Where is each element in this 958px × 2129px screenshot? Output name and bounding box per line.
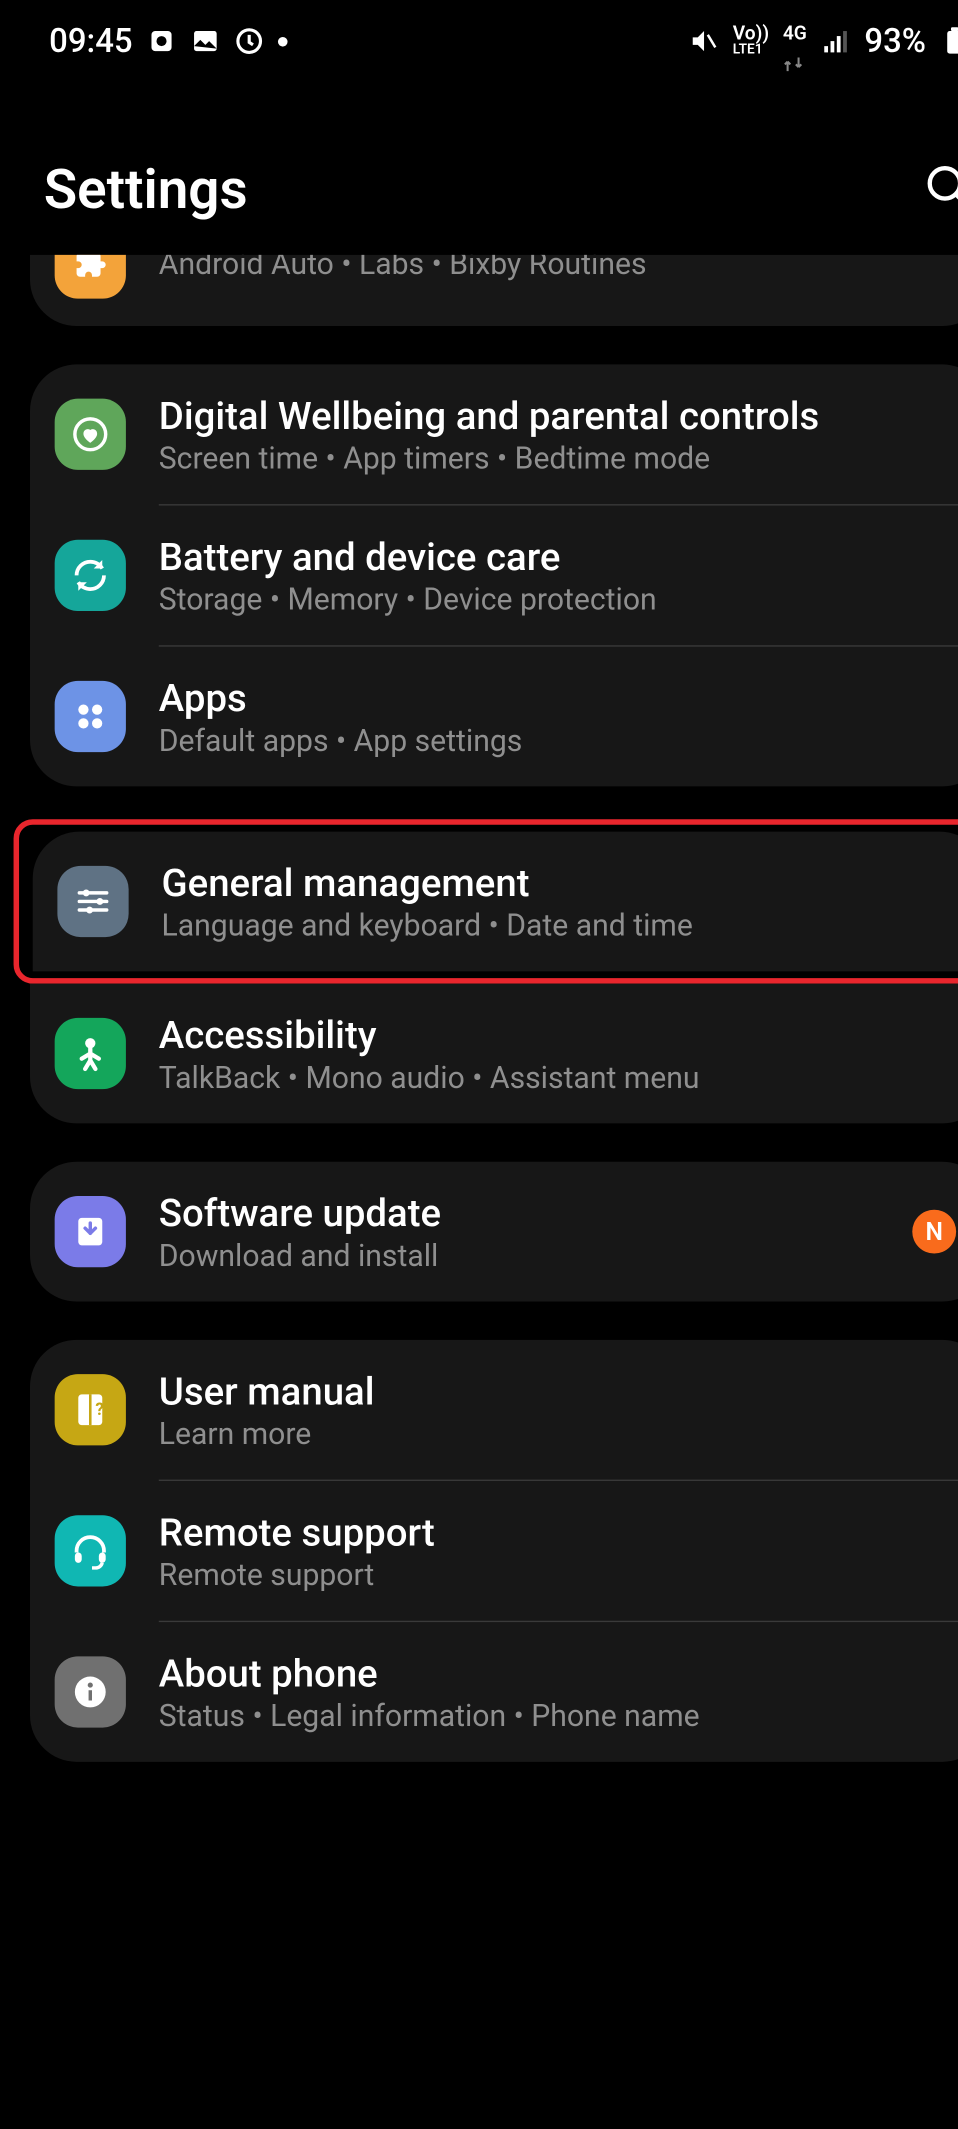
settings-item-about[interactable]: About phoneStatus • Legal information • … bbox=[30, 1622, 958, 1762]
item-subtitle: Screen time • App timers • Bedtime mode bbox=[159, 443, 956, 477]
update-badge-icon bbox=[234, 26, 264, 56]
settings-item-wellbeing[interactable]: Digital Wellbeing and parental controlsS… bbox=[30, 364, 958, 504]
4g-label: 4G bbox=[783, 25, 807, 44]
battery-icon bbox=[940, 26, 958, 56]
settings-item-manual[interactable]: User manualLearn more bbox=[30, 1340, 958, 1480]
person-icon bbox=[55, 1018, 126, 1089]
settings-item-advanced[interactable]: Advanced featuresAndroid Auto • Labs • B… bbox=[30, 255, 958, 326]
info-icon bbox=[55, 1656, 126, 1727]
item-title: Accessibility bbox=[159, 1011, 956, 1059]
search-button[interactable] bbox=[923, 161, 958, 219]
settings-item-remote[interactable]: Remote supportRemote support bbox=[30, 1481, 958, 1621]
heart-circle-icon bbox=[55, 399, 126, 470]
item-title: Software update bbox=[159, 1189, 880, 1237]
volte-label: Vo)) bbox=[733, 25, 769, 44]
item-subtitle: Remote support bbox=[159, 1559, 956, 1593]
settings-item-update[interactable]: Software updateDownload and install N bbox=[30, 1162, 958, 1302]
item-subtitle: Language and keyboard • Date and time bbox=[162, 910, 954, 944]
status-bar: 09:45 Vo)) LTE1 4G bbox=[30, 0, 958, 82]
item-subtitle: Status • Legal information • Phone name bbox=[159, 1700, 956, 1734]
lte-label: LTE1 bbox=[733, 44, 769, 58]
item-title: User manual bbox=[159, 1367, 956, 1415]
item-title: Remote support bbox=[159, 1508, 956, 1556]
gallery-icon bbox=[190, 26, 220, 56]
app-icon-1 bbox=[146, 26, 176, 56]
clock: 09:45 bbox=[49, 22, 132, 60]
more-dot-icon bbox=[278, 36, 288, 46]
mute-icon bbox=[689, 26, 719, 56]
download-icon bbox=[55, 1196, 126, 1267]
item-title: Apps bbox=[159, 674, 956, 722]
settings-item-apps[interactable]: AppsDefault apps • App settings bbox=[30, 647, 958, 787]
settings-item-accessibility[interactable]: AccessibilityTalkBack • Mono audio • Ass… bbox=[30, 984, 958, 1124]
item-subtitle: Download and install bbox=[159, 1240, 880, 1274]
item-subtitle: Default apps • App settings bbox=[159, 725, 956, 759]
settings-item-general[interactable]: General managementLanguage and keyboard … bbox=[33, 832, 958, 972]
sliders-icon bbox=[57, 866, 128, 937]
item-subtitle: TalkBack • Mono audio • Assistant menu bbox=[159, 1062, 956, 1096]
settings-item-battery[interactable]: Battery and device careStorage • Memory … bbox=[30, 506, 958, 646]
item-title: About phone bbox=[159, 1649, 956, 1697]
notification-badge: N bbox=[912, 1210, 956, 1254]
item-subtitle: Android Auto • Labs • Bixby Routines bbox=[159, 255, 956, 282]
signal-icon bbox=[821, 26, 851, 56]
headset-icon bbox=[55, 1515, 126, 1586]
page-header: Settings bbox=[30, 82, 958, 255]
data-arrows-icon bbox=[783, 44, 802, 58]
item-subtitle: Storage • Memory • Device protection bbox=[159, 584, 956, 618]
item-title: Battery and device care bbox=[159, 533, 956, 581]
battery-pct: 93% bbox=[864, 22, 926, 60]
item-title: General management bbox=[162, 859, 954, 907]
book-icon bbox=[55, 1374, 126, 1445]
refresh-icon bbox=[55, 540, 126, 611]
grid-icon bbox=[55, 681, 126, 752]
puzzle-icon bbox=[55, 255, 126, 299]
item-title: Digital Wellbeing and parental controls bbox=[159, 392, 956, 440]
page-title: Settings bbox=[44, 158, 248, 222]
item-subtitle: Learn more bbox=[159, 1418, 956, 1452]
